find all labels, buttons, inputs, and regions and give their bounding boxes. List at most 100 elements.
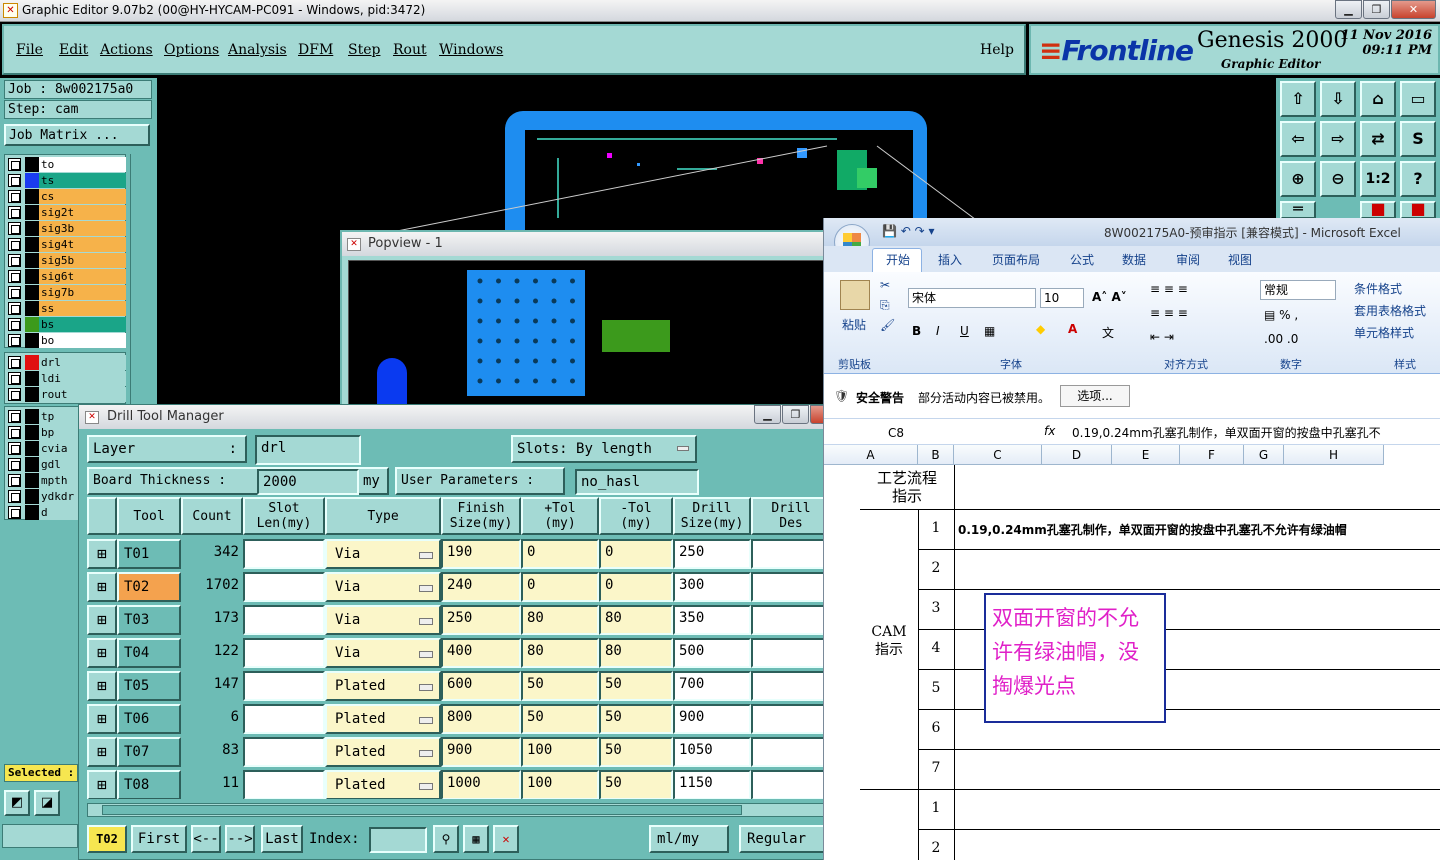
- col-header-b[interactable]: B: [918, 445, 954, 465]
- plus-tol-input[interactable]: 80: [521, 638, 599, 668]
- layer-checkbox[interactable]: [8, 285, 21, 299]
- annotation-note[interactable]: 双面开窗的不允许有绿油帽，没掏爆光点: [984, 593, 1166, 723]
- slots-dropdown[interactable]: Slots: By length: [511, 435, 697, 463]
- col-header-a[interactable]: A: [824, 445, 918, 465]
- popview-canvas[interactable]: [348, 260, 826, 410]
- minus-tol-input[interactable]: 80: [599, 605, 673, 635]
- row-expand-icon[interactable]: ⊞: [87, 539, 117, 569]
- layer-color-swatch[interactable]: [25, 472, 39, 488]
- layer-checkbox[interactable]: [8, 317, 21, 331]
- zoom-area-icon[interactable]: ◩: [4, 790, 30, 816]
- layer-name[interactable]: rout: [39, 386, 126, 402]
- layer-row-rout[interactable]: rout: [5, 386, 126, 402]
- paste-icon[interactable]: [840, 280, 870, 310]
- record-icon[interactable]: ■: [1400, 201, 1436, 219]
- tab-page-layout[interactable]: 页面布局: [992, 251, 1040, 268]
- layer-checkbox[interactable]: [8, 237, 21, 251]
- tab-view[interactable]: 视图: [1228, 251, 1252, 268]
- layer-color-swatch[interactable]: [25, 172, 39, 188]
- minus-tol-input[interactable]: 50: [599, 671, 673, 701]
- minus-tol-input[interactable]: 50: [599, 704, 673, 734]
- row-expand-icon[interactable]: ⊞: [87, 770, 117, 799]
- menu-actions[interactable]: Actions: [100, 42, 153, 58]
- layer-row-sig4t[interactable]: sig4t: [5, 236, 126, 252]
- layer-name[interactable]: sig6t: [39, 268, 126, 284]
- slot-len-input[interactable]: [243, 737, 325, 767]
- layer-checkbox[interactable]: [8, 173, 21, 187]
- type-dropdown[interactable]: Plated: [325, 704, 441, 734]
- options-button[interactable]: 选项...: [1060, 385, 1130, 407]
- type-dropdown[interactable]: Via: [325, 572, 441, 602]
- layer-color-swatch[interactable]: [25, 488, 39, 504]
- tab-review[interactable]: 审阅: [1176, 251, 1200, 268]
- layer-color-swatch[interactable]: [25, 354, 39, 370]
- layer-color-swatch[interactable]: [25, 386, 39, 402]
- layer-row-sig5b[interactable]: sig5b: [5, 252, 126, 268]
- layer-name[interactable]: sig2t: [39, 204, 126, 220]
- drill-des-input[interactable]: [751, 770, 831, 799]
- tool-cell[interactable]: T01: [117, 539, 181, 569]
- prev-button[interactable]: <--: [191, 825, 221, 853]
- pan-up-icon[interactable]: ⇧: [1280, 81, 1316, 117]
- type-dropdown[interactable]: Via: [325, 539, 441, 569]
- layer-color-swatch[interactable]: [25, 156, 39, 172]
- col-header-h[interactable]: H: [1284, 445, 1384, 465]
- layer-checkbox[interactable]: [8, 387, 21, 401]
- minus-tol-input[interactable]: 0: [599, 572, 673, 602]
- menu-rout[interactable]: Rout: [393, 42, 427, 58]
- grow-font-icon[interactable]: A˄ A˅: [1092, 290, 1127, 304]
- layer-checkbox[interactable]: [8, 505, 21, 519]
- type-dropdown[interactable]: Plated: [325, 671, 441, 701]
- layer-checkbox[interactable]: [8, 269, 21, 283]
- next-button[interactable]: -->: [225, 825, 255, 853]
- border-icon[interactable]: ▦: [984, 324, 995, 338]
- layer-checkbox[interactable]: [8, 425, 21, 439]
- layer-checkbox[interactable]: [8, 457, 21, 471]
- drill-size-input[interactable]: 350: [673, 605, 751, 635]
- type-dropdown[interactable]: Plated: [325, 737, 441, 767]
- tab-data[interactable]: 数据: [1122, 251, 1146, 268]
- menu-analysis[interactable]: Analysis: [228, 42, 287, 58]
- row-expand-icon[interactable]: ⊞: [87, 572, 117, 602]
- menu-step[interactable]: Step: [348, 42, 380, 58]
- layer-row-drl[interactable]: drl: [5, 354, 126, 370]
- slot-len-input[interactable]: [243, 605, 325, 635]
- finish-size-input[interactable]: 1000: [441, 770, 521, 799]
- finish-size-input[interactable]: 900: [441, 737, 521, 767]
- layer-row-cs[interactable]: cs: [5, 188, 126, 204]
- finish-size-input[interactable]: 250: [441, 605, 521, 635]
- tool-cell[interactable]: T07: [117, 737, 181, 767]
- layer-color-swatch[interactable]: [25, 204, 39, 220]
- phonetic-icon[interactable]: 文: [1102, 324, 1114, 341]
- plus-tol-input[interactable]: 50: [521, 671, 599, 701]
- finish-size-input[interactable]: 800: [441, 704, 521, 734]
- measure-icon[interactable]: ═: [1280, 201, 1316, 219]
- drill-des-input[interactable]: [751, 605, 831, 635]
- fx-icon[interactable]: fx: [1044, 424, 1055, 438]
- slot-len-input[interactable]: [243, 770, 325, 799]
- home-icon[interactable]: ⌂: [1360, 81, 1396, 117]
- type-dropdown[interactable]: Via: [325, 638, 441, 668]
- menu-file[interactable]: File: [16, 42, 43, 58]
- layer-row-bs[interactable]: bs: [5, 316, 126, 332]
- tool-cell[interactable]: T06: [117, 704, 181, 734]
- layer-color-swatch[interactable]: [25, 456, 39, 472]
- layer-name[interactable]: ss: [39, 300, 126, 316]
- layer-name[interactable]: ts: [39, 172, 126, 188]
- minus-tol-input[interactable]: 80: [599, 638, 673, 668]
- zoom-fit-icon[interactable]: ◪: [34, 790, 60, 816]
- type-dropdown[interactable]: Plated: [325, 770, 441, 799]
- tool-cell[interactable]: T03: [117, 605, 181, 635]
- finish-size-input[interactable]: 240: [441, 572, 521, 602]
- minus-tol-input[interactable]: 50: [599, 737, 673, 767]
- finish-size-input[interactable]: 190: [441, 539, 521, 569]
- layer-checkbox[interactable]: [8, 409, 21, 423]
- align-top-icon[interactable]: ≡ ≡ ≡: [1150, 282, 1188, 296]
- percent-icon[interactable]: ▤ % ,: [1264, 308, 1298, 322]
- instruction-cell-c8[interactable]: 0.19,0.24mm孔塞孔制作，单双面开窗的按盘中孔塞孔不允许有绿油帽: [958, 521, 1347, 538]
- layer-name[interactable]: bs: [39, 316, 126, 332]
- conditional-format-button[interactable]: 条件格式: [1354, 280, 1402, 297]
- layer-name[interactable]: drl: [39, 354, 126, 370]
- layer-checkbox[interactable]: [8, 189, 21, 203]
- menu-edit[interactable]: Edit: [59, 42, 88, 58]
